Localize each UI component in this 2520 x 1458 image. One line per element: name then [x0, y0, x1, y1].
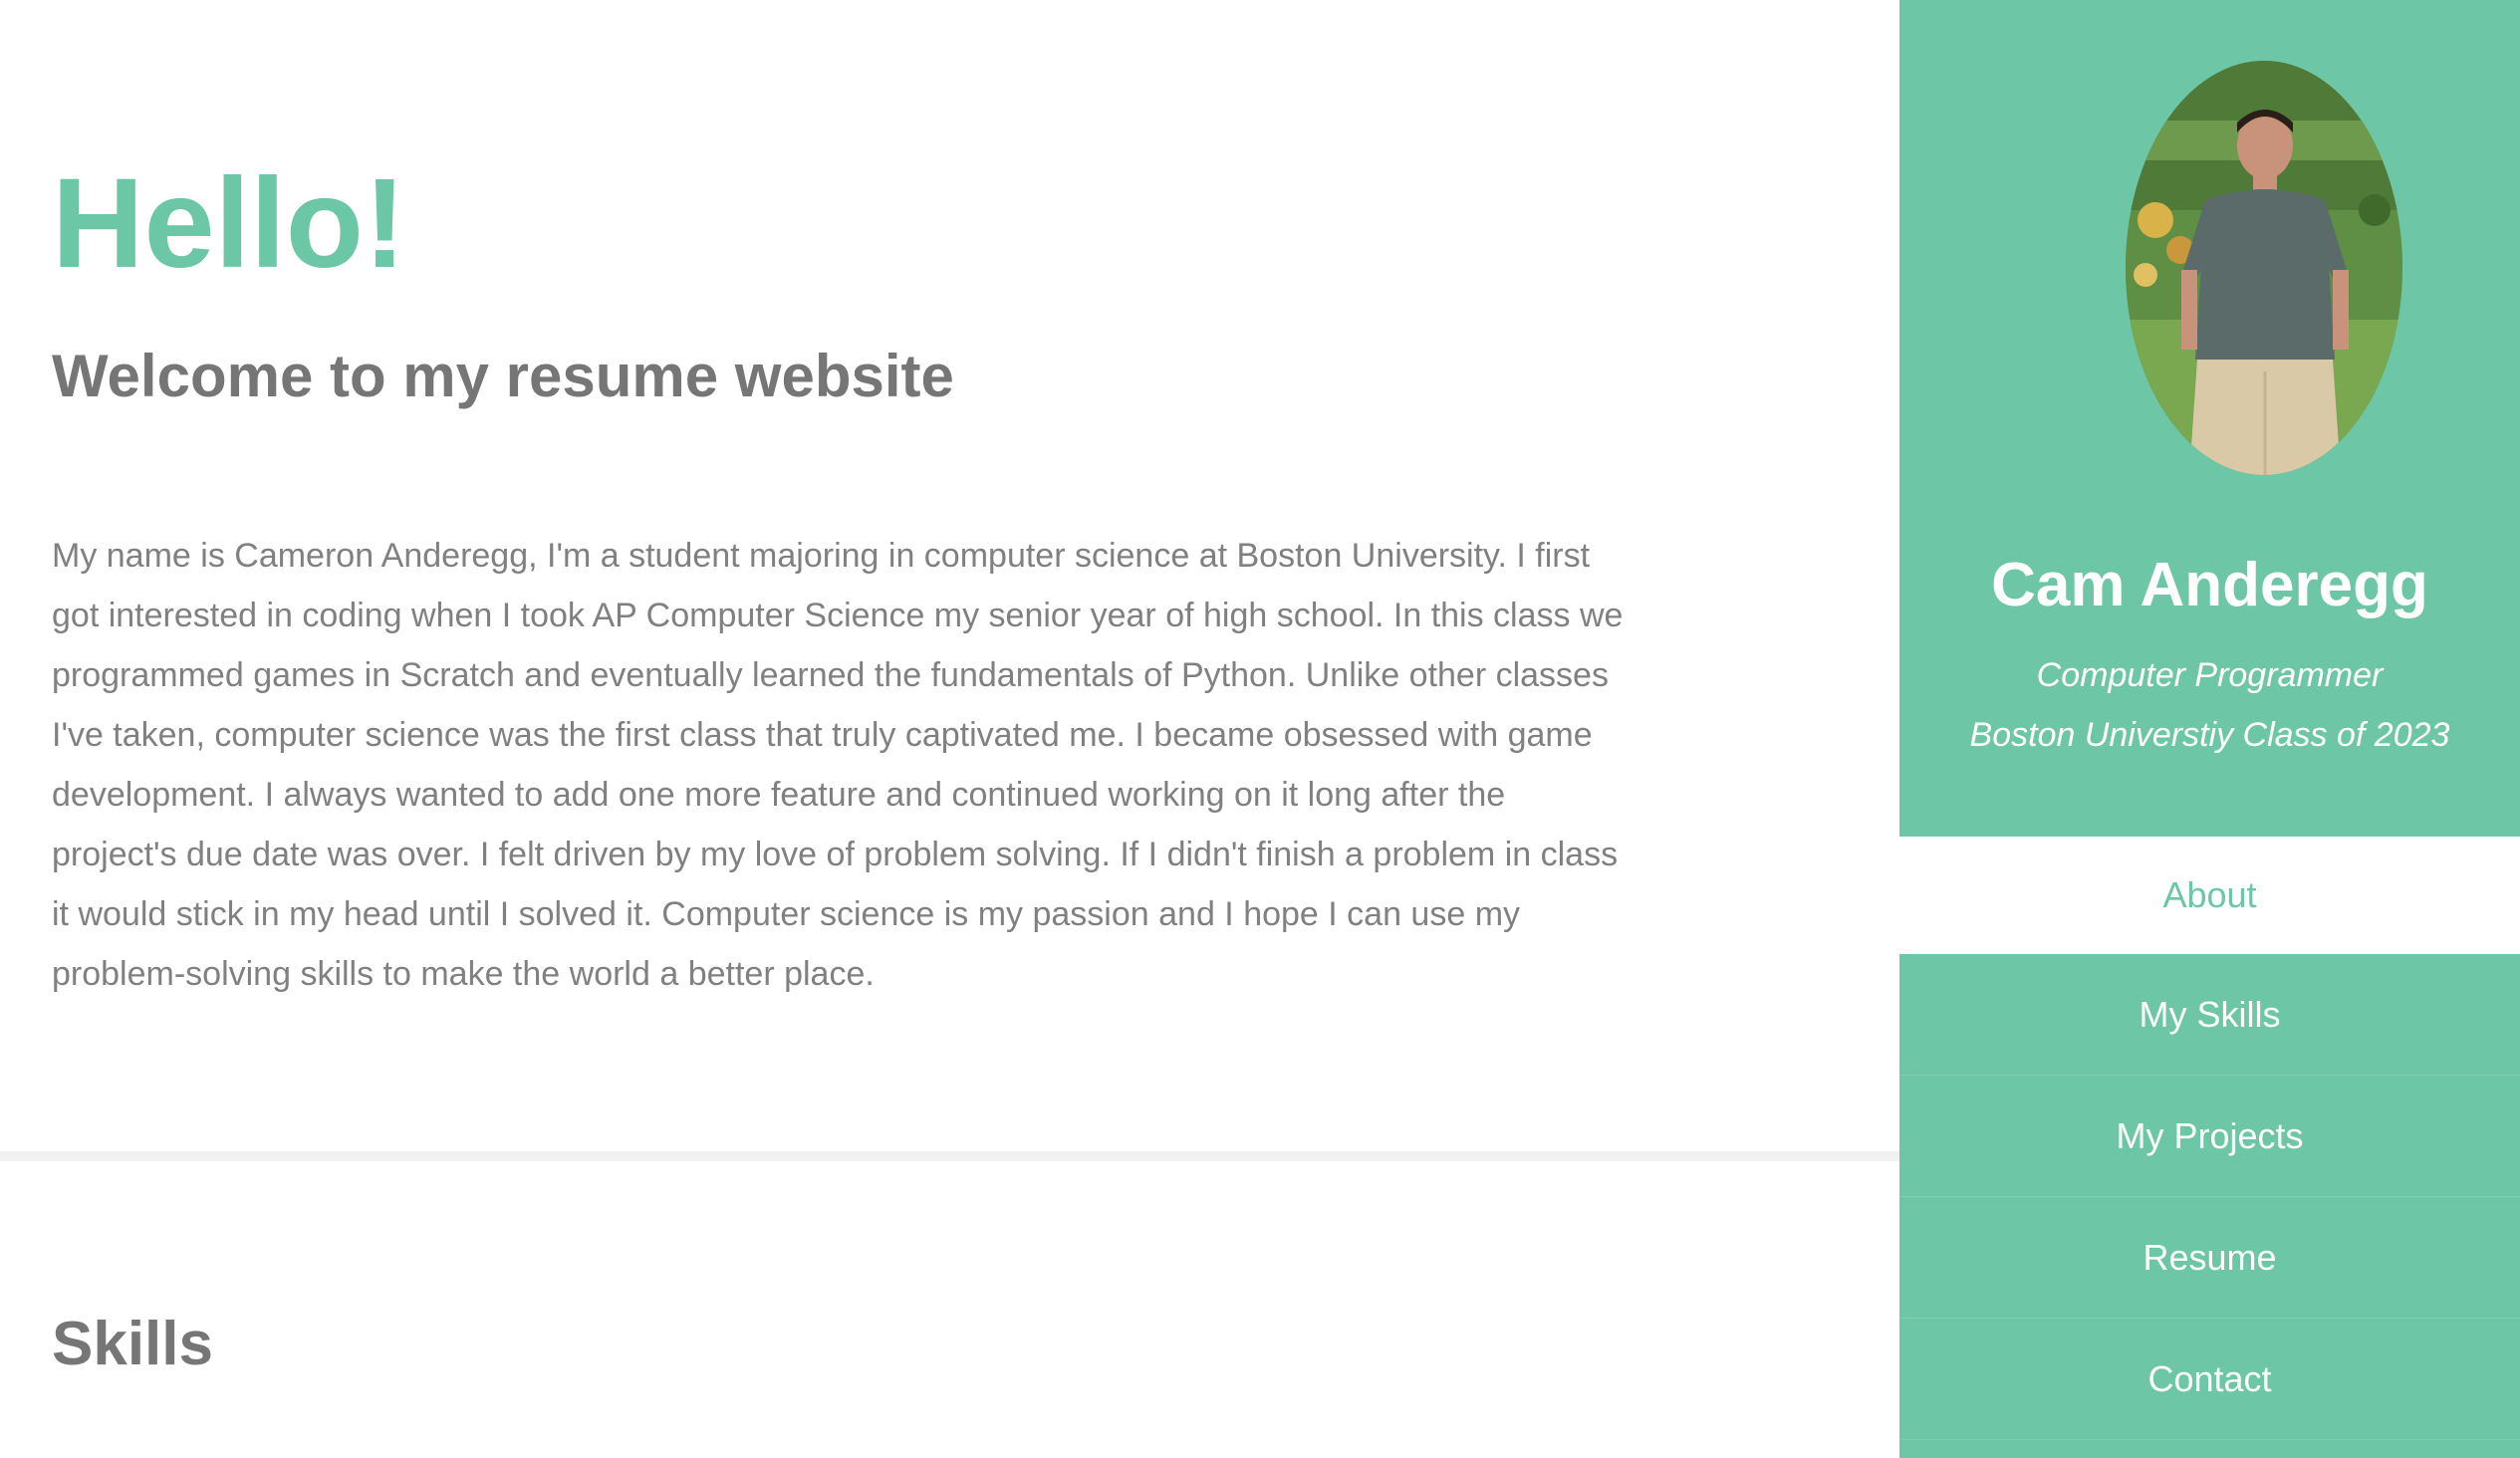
nav-item-contact[interactable]: Contact: [1899, 1319, 2520, 1440]
sidebar: Cam Anderegg Computer Programmer Boston …: [1899, 0, 2520, 1458]
profile-school: Boston Universtiy Class of 2023: [1969, 716, 2450, 754]
avatar: [2126, 61, 2402, 475]
bio-paragraph: My name is Cameron Anderegg, I'm a stude…: [52, 537, 1624, 993]
nav-item-my-skills[interactable]: My Skills: [1899, 954, 2520, 1076]
nav-item-about[interactable]: About: [1899, 837, 2520, 954]
hello-heading: Hello!: [52, 152, 406, 295]
nav-item-my-projects[interactable]: My Projects: [1899, 1076, 2520, 1197]
page: Hello! Welcome to my resume website My n…: [0, 0, 2520, 1458]
welcome-subheading: Welcome to my resume website: [52, 343, 954, 409]
sidebar-nav: About My Skills My Projects Resume Conta…: [1899, 837, 2520, 1440]
profile-role: Computer Programmer: [2036, 656, 2384, 694]
profile-card: Cam Anderegg Computer Programmer Boston …: [1899, 0, 2520, 837]
profile-name: Cam Anderegg: [1991, 551, 2428, 619]
main-content: Hello! Welcome to my resume website My n…: [0, 0, 1899, 1458]
nav-item-resume[interactable]: Resume: [1899, 1197, 2520, 1319]
profile-photo-icon: [2126, 61, 2402, 475]
skills-heading: Skills: [52, 1310, 213, 1378]
section-divider: [0, 1151, 1899, 1161]
